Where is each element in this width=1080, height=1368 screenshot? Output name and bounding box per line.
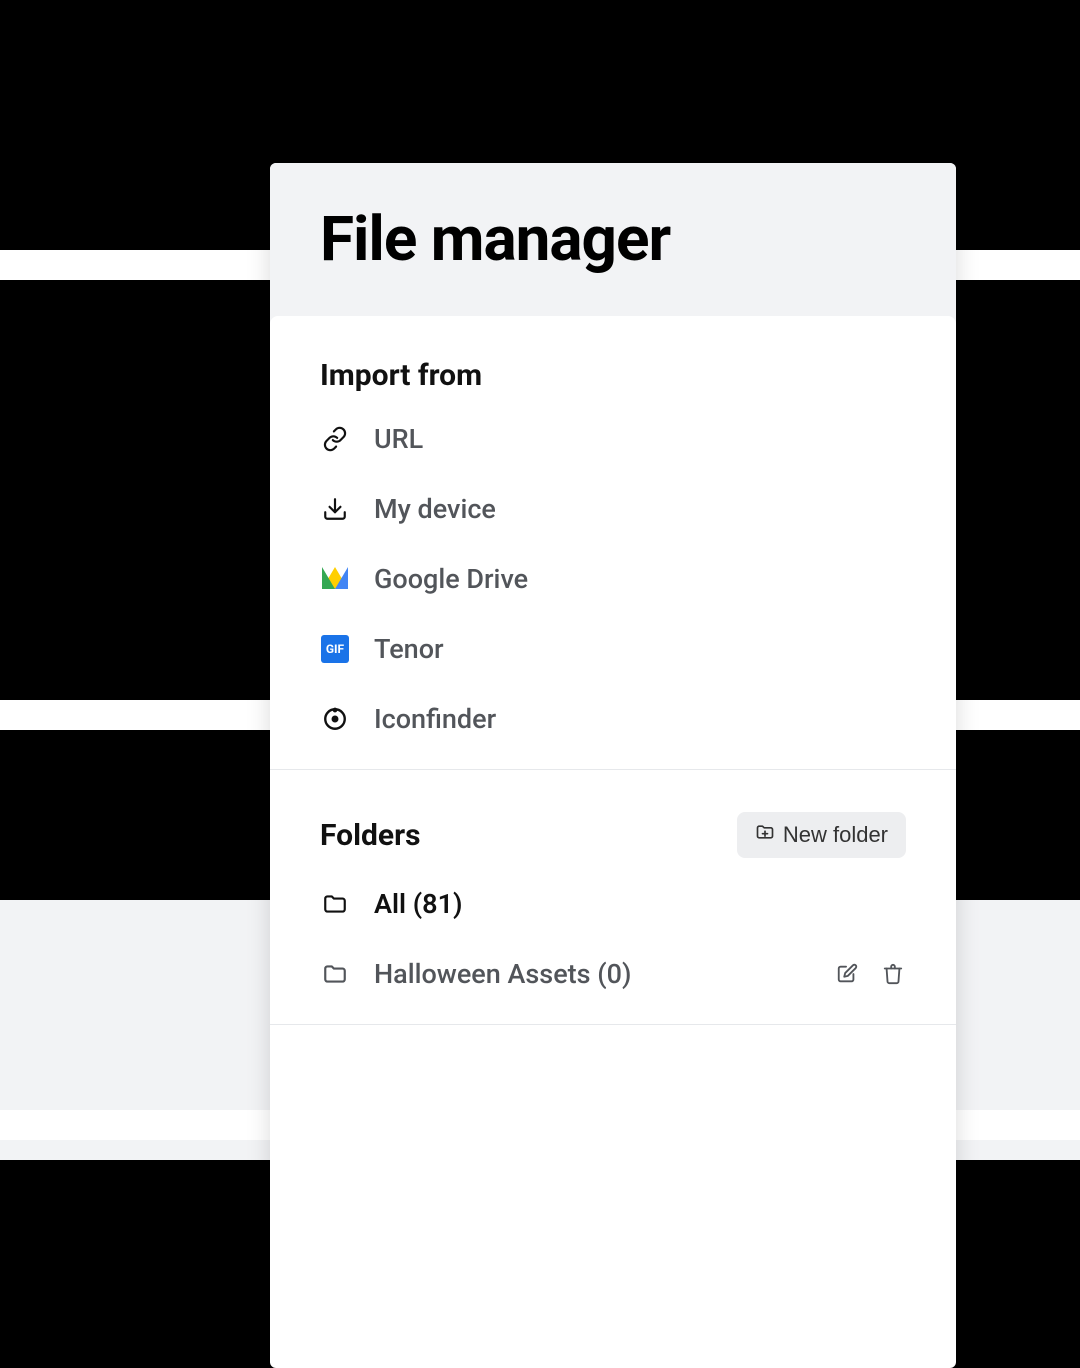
import-item-google-drive[interactable]: Google Drive <box>320 563 906 595</box>
link-icon <box>320 424 350 454</box>
folder-item-halloween-assets[interactable]: Halloween Assets (0) <box>320 958 906 990</box>
new-folder-button[interactable]: New folder <box>737 812 906 858</box>
download-icon <box>320 494 350 524</box>
import-item-url[interactable]: URL <box>320 423 906 455</box>
import-list: URL My device <box>320 423 906 735</box>
page-title: File manager <box>320 203 906 276</box>
google-drive-icon <box>320 564 350 594</box>
gif-badge: GIF <box>321 635 349 663</box>
new-folder-label: New folder <box>783 822 888 848</box>
import-heading: Import from <box>320 358 906 393</box>
folder-icon <box>320 889 350 919</box>
folder-label: Halloween Assets (0) <box>374 958 631 990</box>
tenor-icon: GIF <box>320 634 350 664</box>
file-manager-panel: File manager Import from URL <box>270 163 956 1368</box>
panel-body: Import from URL <box>270 316 956 1025</box>
folders-heading: Folders <box>320 818 421 853</box>
delete-folder-button[interactable] <box>880 961 906 987</box>
import-item-label: URL <box>374 423 423 455</box>
import-item-tenor[interactable]: GIF Tenor <box>320 633 906 665</box>
import-section: Import from URL <box>270 316 956 770</box>
import-item-label: Iconfinder <box>374 703 496 735</box>
import-item-label: Google Drive <box>374 563 528 595</box>
folder-plus-icon <box>755 822 775 848</box>
folders-section: Folders New folder <box>270 770 956 1025</box>
import-item-label: Tenor <box>374 633 444 665</box>
import-item-my-device[interactable]: My device <box>320 493 906 525</box>
iconfinder-icon <box>320 704 350 734</box>
folders-list: All (81) Halloween Assets (0) <box>320 888 906 990</box>
import-item-iconfinder[interactable]: Iconfinder <box>320 703 906 735</box>
folder-icon <box>320 959 350 989</box>
folder-item-all[interactable]: All (81) <box>320 888 906 920</box>
import-item-label: My device <box>374 493 496 525</box>
folder-label: All (81) <box>374 888 462 920</box>
rename-folder-button[interactable] <box>834 961 860 987</box>
